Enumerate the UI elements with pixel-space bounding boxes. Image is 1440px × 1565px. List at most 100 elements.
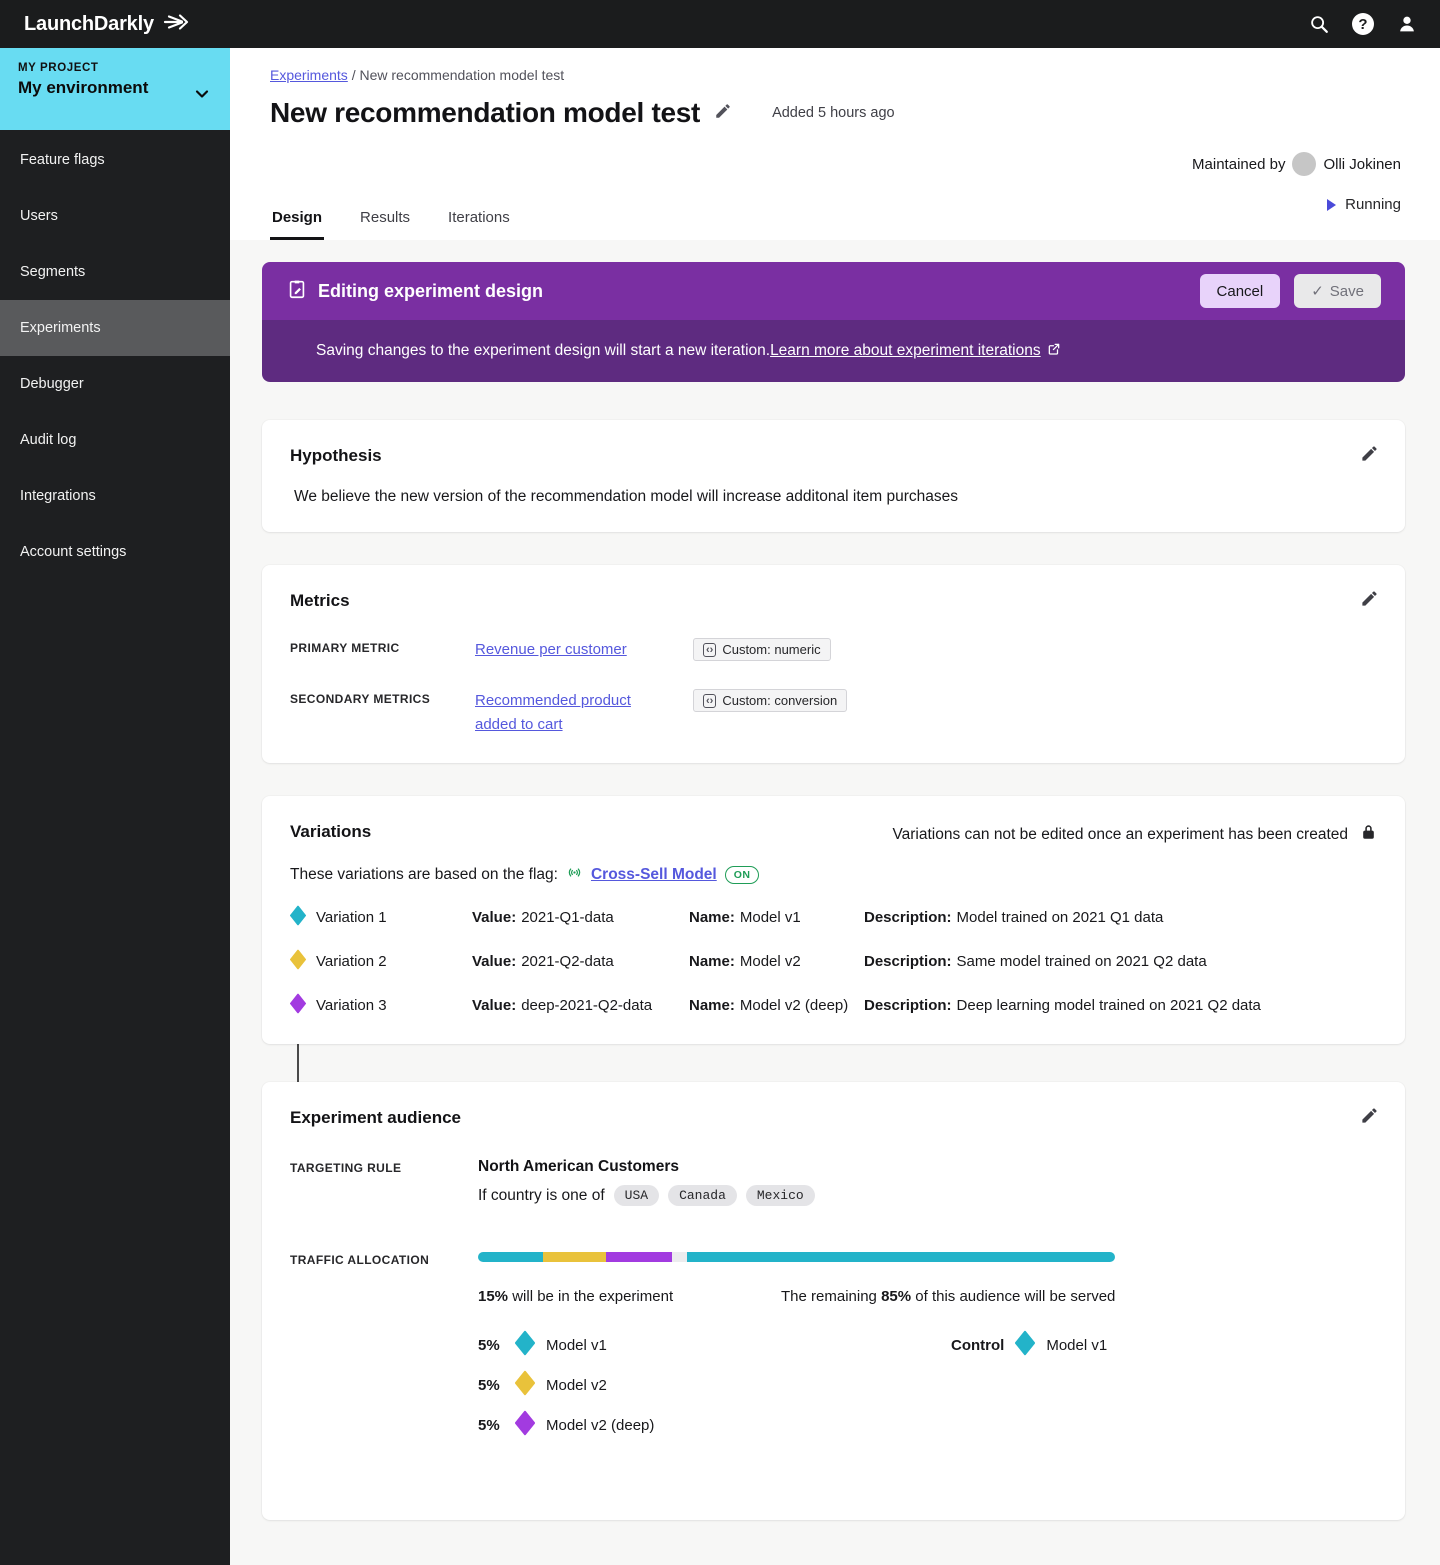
- bar-segment-model-v2-deep: [606, 1252, 672, 1262]
- secondary-metric-link[interactable]: Recommended product added to cart: [475, 689, 643, 737]
- cancel-button[interactable]: Cancel: [1200, 274, 1281, 308]
- edit-title-icon[interactable]: [714, 102, 732, 125]
- variations-locked-note: Variations can not be edited once an exp…: [892, 822, 1377, 847]
- sidebar-item-debugger[interactable]: Debugger: [0, 356, 230, 412]
- targeting-rule-label: TARGETING RULE: [290, 1158, 478, 1206]
- external-link-icon: [1047, 342, 1061, 361]
- control-group: Control Model v1: [951, 1330, 1107, 1360]
- maintained-by-label: Maintained by: [1192, 156, 1285, 173]
- variation-description: Deep learning model trained on 2021 Q2 d…: [957, 997, 1261, 1014]
- card-connector: [262, 1044, 1405, 1082]
- sidebar-item-integrations[interactable]: Integrations: [0, 468, 230, 524]
- traffic-allocation-bar: [478, 1252, 1115, 1262]
- page-header: Experiments / New recommendation model t…: [230, 48, 1440, 240]
- flag-link[interactable]: Cross-Sell Model: [591, 866, 717, 884]
- maintainer-name: Olli Jokinen: [1323, 156, 1401, 173]
- variation-value: 2021-Q1-data: [521, 909, 614, 926]
- primary-metric-label: PRIMARY METRIC: [290, 638, 475, 655]
- control-label: Control: [951, 1337, 1004, 1354]
- allocation-diamond-icon: [515, 1330, 535, 1360]
- allocation-row: 5% Model v2: [478, 1372, 1377, 1398]
- primary-metric-badge: ‹› Custom: numeric: [693, 638, 831, 661]
- variation-2-diamond-icon: [290, 949, 306, 974]
- content-area: Editing experiment design Cancel ✓ Save …: [230, 240, 1440, 1565]
- check-icon: ✓: [1311, 282, 1324, 300]
- banner-message: Saving changes to the experiment design …: [316, 342, 770, 360]
- sidebar-item-segments[interactable]: Segments: [0, 244, 230, 300]
- bar-segment-control: [687, 1252, 1115, 1262]
- tab-design[interactable]: Design: [270, 199, 324, 240]
- traffic-allocation-label: TRAFFIC ALLOCATION: [290, 1250, 478, 1452]
- sidebar-item-feature-flags[interactable]: Feature flags: [0, 132, 230, 188]
- chevron-down-icon: [192, 62, 212, 109]
- variation-1-diamond-icon: [290, 905, 306, 930]
- primary-metric-link[interactable]: Revenue per customer: [475, 638, 627, 662]
- experiment-percentage-text: 15% will be in the experiment: [478, 1288, 781, 1305]
- country-pill: USA: [614, 1185, 659, 1206]
- page-title: New recommendation model test: [270, 97, 700, 129]
- user-account-icon[interactable]: [1396, 13, 1418, 35]
- environment-switcher[interactable]: MY PROJECT My environment: [0, 48, 230, 130]
- connector-line: [297, 1044, 299, 1082]
- sidebar: MY PROJECT My environment Feature flags …: [0, 48, 230, 1565]
- sidebar-item-account-settings[interactable]: Account settings: [0, 524, 230, 580]
- secondary-metric-badge: ‹› Custom: conversion: [693, 689, 847, 712]
- variation-row: Variation 2 Value:2021-Q2-data Name:Mode…: [290, 949, 1377, 974]
- edit-hypothesis-icon[interactable]: [1360, 444, 1379, 468]
- learn-more-link[interactable]: Learn more about experiment iterations: [770, 342, 1041, 360]
- running-play-icon: [1327, 199, 1336, 211]
- save-button[interactable]: ✓ Save: [1294, 274, 1381, 308]
- flag-intro-text: These variations are based on the flag:: [290, 866, 558, 884]
- allocation-percentage: 5%: [478, 1337, 504, 1354]
- allocation-diamond-icon: [515, 1410, 535, 1440]
- lock-icon: [1360, 822, 1377, 847]
- variation-description: Same model trained on 2021 Q2 data: [957, 953, 1207, 970]
- sidebar-item-audit-log[interactable]: Audit log: [0, 412, 230, 468]
- hypothesis-card: Hypothesis We believe the new version of…: [262, 420, 1405, 532]
- country-pill: Canada: [668, 1185, 737, 1206]
- project-label: MY PROJECT: [18, 62, 148, 74]
- flag-signal-icon: [566, 864, 583, 886]
- variation-value: deep-2021-Q2-data: [521, 997, 652, 1014]
- allocation-label: Model v2 (deep): [546, 1417, 654, 1434]
- hypothesis-title: Hypothesis: [290, 446, 1377, 466]
- maintainer-avatar: [1292, 152, 1316, 176]
- variation-name: Variation 3: [316, 997, 387, 1014]
- allocation-label: Model v2: [546, 1377, 607, 1394]
- allocation-row: 5% Model v2 (deep): [478, 1412, 1377, 1438]
- sidebar-item-experiments[interactable]: Experiments: [0, 300, 230, 356]
- help-icon[interactable]: ?: [1352, 13, 1374, 35]
- logo-arrow-icon: [162, 10, 190, 39]
- secondary-metrics-label: SECONDARY METRICS: [290, 689, 475, 706]
- breadcrumb: Experiments / New recommendation model t…: [270, 67, 1405, 83]
- audience-title: Experiment audience: [290, 1108, 1377, 1128]
- variation-row: Variation 1 Value:2021-Q1-data Name:Mode…: [290, 905, 1377, 930]
- metrics-card: Metrics PRIMARY METRIC Revenue per custo…: [262, 565, 1405, 763]
- sidebar-nav: Feature flags Users Segments Experiments…: [0, 130, 230, 580]
- allocation-percentage: 5%: [478, 1417, 504, 1434]
- status-badge: Running: [1192, 196, 1401, 213]
- allocation-diamond-icon: [515, 1370, 535, 1400]
- edit-metrics-icon[interactable]: [1360, 589, 1379, 613]
- app-logo[interactable]: LaunchDarkly: [24, 10, 190, 39]
- tab-bar: Design Results Iterations: [270, 199, 512, 240]
- editing-banner: Editing experiment design Cancel ✓ Save …: [262, 262, 1405, 382]
- allocation-label: Model v1: [546, 1337, 607, 1354]
- tab-results[interactable]: Results: [358, 199, 412, 240]
- bar-segment-model-v1: [478, 1252, 543, 1262]
- variation-description: Model trained on 2021 Q1 data: [957, 909, 1164, 926]
- targeting-rule-name: North American Customers: [478, 1158, 1377, 1176]
- variation-model-name: Model v1: [740, 909, 801, 926]
- sidebar-item-users[interactable]: Users: [0, 188, 230, 244]
- breadcrumb-experiments-link[interactable]: Experiments: [270, 67, 348, 83]
- bar-segment-gap: [672, 1252, 687, 1262]
- tab-iterations[interactable]: Iterations: [446, 199, 512, 240]
- edit-audience-icon[interactable]: [1360, 1106, 1379, 1130]
- search-icon[interactable]: [1308, 13, 1330, 35]
- topbar: LaunchDarkly ?: [0, 0, 1440, 48]
- control-name: Model v1: [1046, 1337, 1107, 1354]
- variation-model-name: Model v2: [740, 953, 801, 970]
- allocation-percentage: 5%: [478, 1377, 504, 1394]
- allocation-row: 5% Model v1 Control: [478, 1332, 1377, 1358]
- clipboard-edit-icon: [286, 278, 308, 305]
